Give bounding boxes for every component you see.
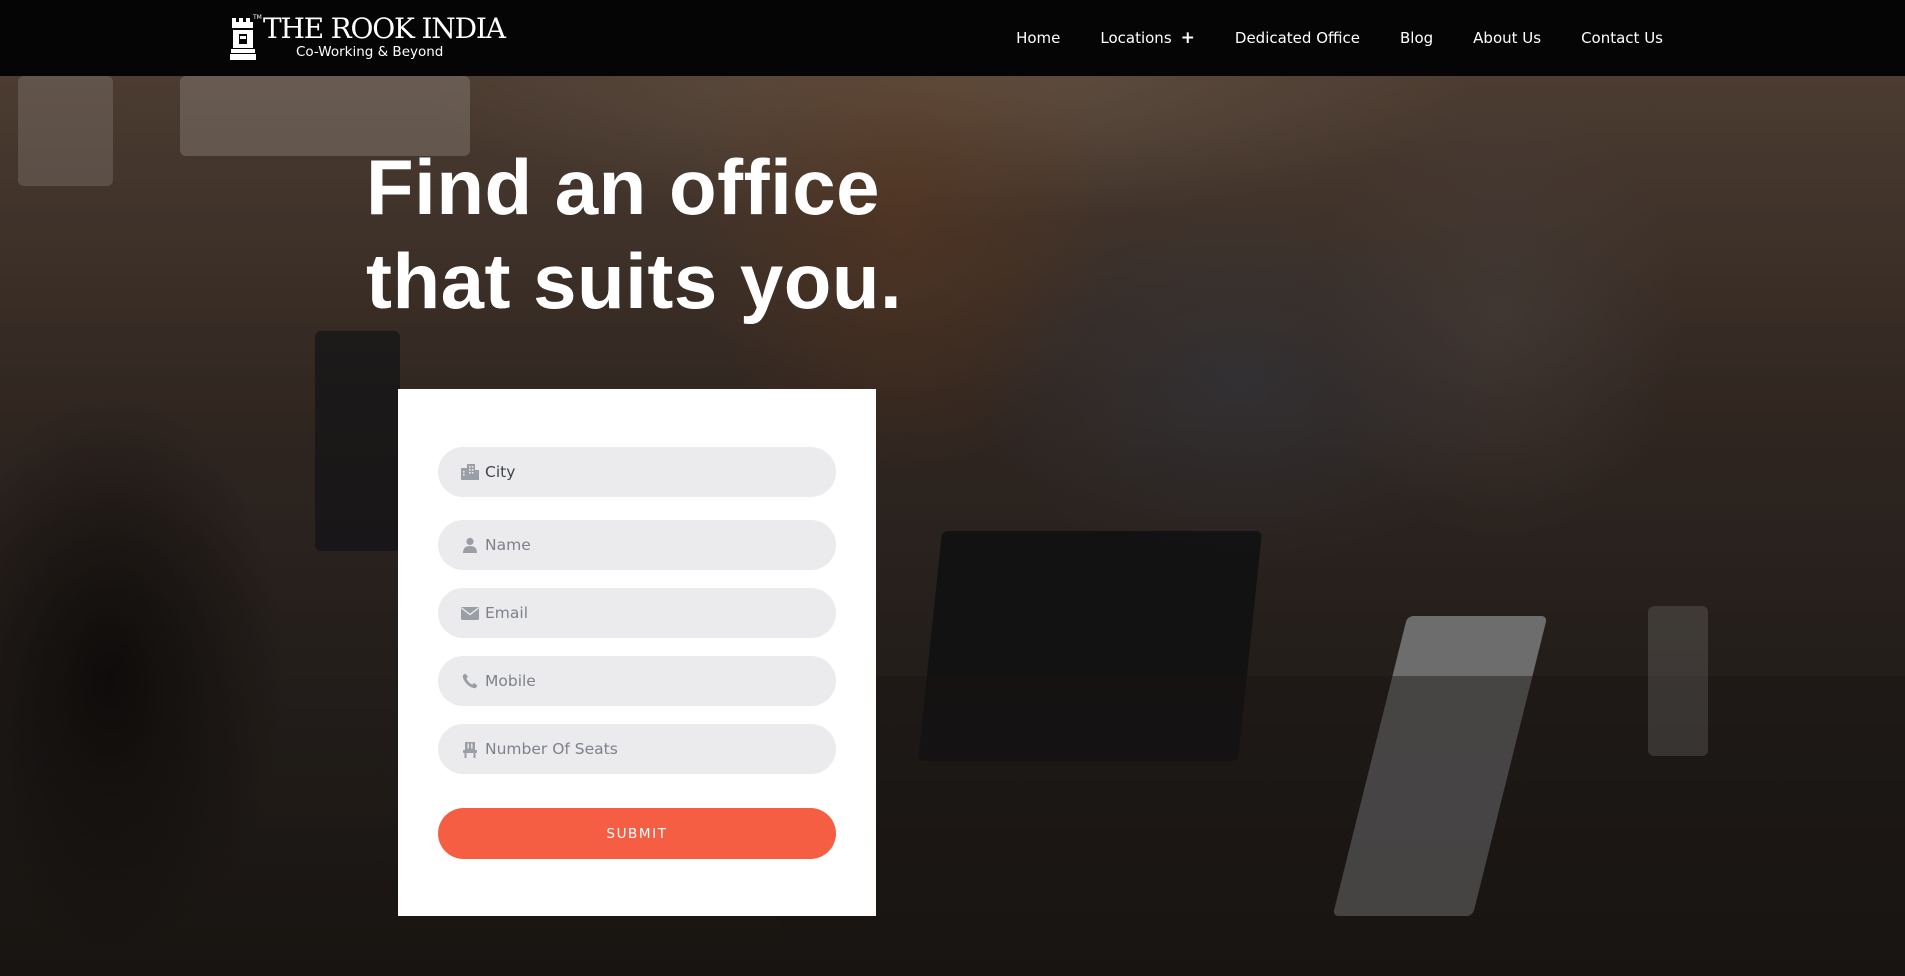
nav-locations[interactable]: Locations + bbox=[1100, 29, 1195, 47]
hero-headline-line-1: Find an office bbox=[366, 143, 880, 231]
seats-field[interactable] bbox=[438, 724, 836, 774]
phone-icon bbox=[461, 672, 479, 690]
seats-input[interactable] bbox=[485, 740, 815, 758]
city-input[interactable] bbox=[485, 463, 815, 481]
mobile-input[interactable] bbox=[485, 672, 815, 690]
nav-about-us-label: About Us bbox=[1473, 29, 1542, 47]
email-field[interactable] bbox=[438, 588, 836, 638]
nav-contact-us-label: Contact Us bbox=[1581, 29, 1663, 47]
seat-icon bbox=[461, 740, 479, 758]
trademark-label: TM bbox=[253, 14, 262, 21]
nav-dedicated-office[interactable]: Dedicated Office bbox=[1235, 29, 1360, 47]
site-header: TM THE ROOK INDIA Co-Working & Beyond Ho… bbox=[0, 0, 1905, 76]
building-icon bbox=[461, 463, 479, 481]
name-input[interactable] bbox=[485, 536, 815, 554]
user-icon bbox=[461, 536, 479, 554]
nav-blog-label: Blog bbox=[1399, 29, 1434, 47]
nav-blog[interactable]: Blog bbox=[1400, 29, 1433, 47]
plus-icon: + bbox=[1180, 27, 1195, 48]
office-enquiry-form: SUBMIT bbox=[398, 389, 876, 916]
nav-locations-label: Locations bbox=[1100, 29, 1172, 47]
brand-tagline: Co-Working & Beyond bbox=[296, 44, 444, 60]
hero-headline: Find an office that suits you. bbox=[366, 140, 902, 328]
nav-dedicated-office-label: Dedicated Office bbox=[1234, 29, 1360, 47]
hero-overlay bbox=[0, 76, 1905, 976]
name-field[interactable] bbox=[438, 520, 836, 570]
mobile-field[interactable] bbox=[438, 656, 836, 706]
city-field[interactable] bbox=[438, 447, 836, 497]
brand-name: THE ROOK INDIA bbox=[263, 12, 506, 45]
nav-home[interactable]: Home bbox=[1016, 29, 1060, 47]
envelope-icon bbox=[461, 604, 479, 622]
main-navigation: Home Locations + Dedicated Office Blog A… bbox=[976, 0, 1663, 76]
brand-logo[interactable]: TM THE ROOK INDIA Co-Working & Beyond bbox=[229, 13, 506, 62]
hero-headline-line-2: that suits you. bbox=[366, 237, 903, 325]
hero-section: Find an office that suits you. bbox=[0, 76, 1905, 976]
nav-about-us[interactable]: About Us bbox=[1473, 29, 1541, 47]
email-input[interactable] bbox=[485, 604, 815, 622]
nav-contact-us[interactable]: Contact Us bbox=[1581, 29, 1663, 47]
nav-home-label: Home bbox=[1016, 29, 1061, 47]
submit-button[interactable]: SUBMIT bbox=[438, 808, 836, 859]
rook-tower-icon bbox=[230, 18, 256, 60]
